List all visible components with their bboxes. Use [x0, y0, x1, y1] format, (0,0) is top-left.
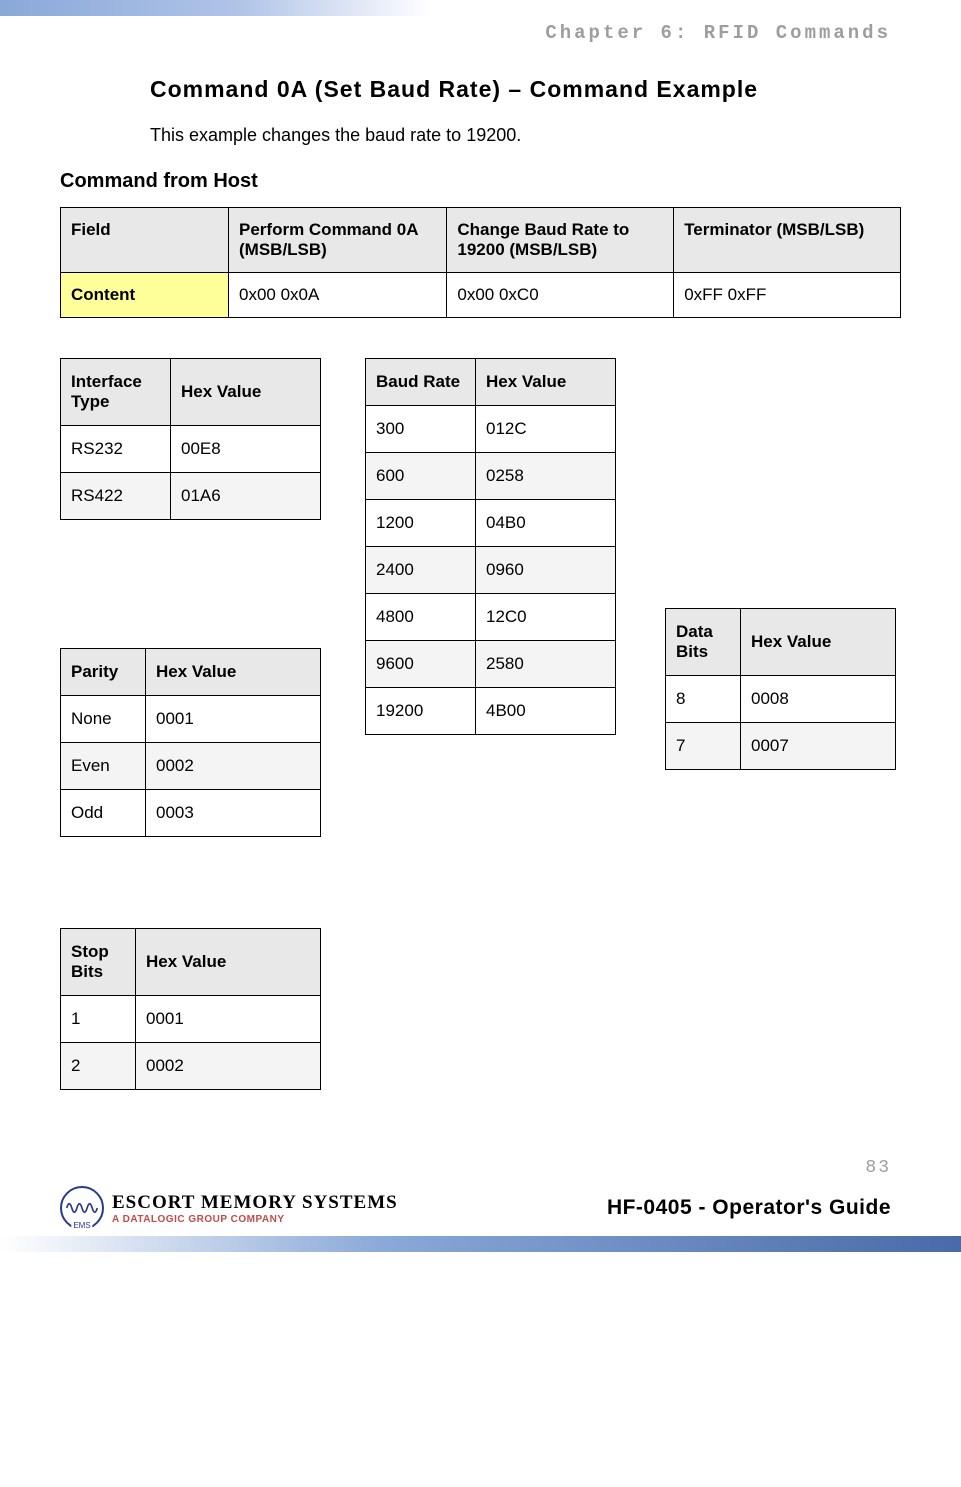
- page-content: Command 0A (Set Baud Rate) – Command Exa…: [0, 44, 961, 1148]
- page-number: 83: [0, 1158, 961, 1178]
- table-row: Even0002: [61, 743, 321, 790]
- section-heading: Command 0A (Set Baud Rate) – Command Exa…: [150, 74, 901, 105]
- logo-wave-icon: EMS: [60, 1186, 104, 1230]
- table-row: 300012C: [366, 406, 616, 453]
- table-row: 80008: [666, 676, 896, 723]
- company-logo: EMS ESCORT MEMORY SYSTEMS A DATALOGIC GR…: [60, 1186, 398, 1230]
- table-row: 96002580: [366, 641, 616, 688]
- logo-badge-text: EMS: [71, 1221, 92, 1230]
- interface-header-type: Interface Type: [61, 359, 171, 426]
- databits-header-bits: Data Bits: [666, 609, 741, 676]
- logo-text-block: ESCORT MEMORY SYSTEMS A DATALOGIC GROUP …: [112, 1192, 398, 1225]
- interface-type-table: Interface Type Hex Value RS23200E8 RS422…: [60, 358, 321, 520]
- subheading-command-from-host: Command from Host: [60, 170, 901, 193]
- stop-bits-table: Stop Bits Hex Value 10001 20002: [60, 928, 321, 1090]
- cmdtable-header-field: Field: [61, 208, 229, 273]
- table-row: 10001: [61, 996, 321, 1043]
- logo-subtitle: A DATALOGIC GROUP COMPANY: [112, 1214, 398, 1225]
- baud-header-rate: Baud Rate: [366, 359, 476, 406]
- table-row: 20002: [61, 1043, 321, 1090]
- table-row: None0001: [61, 696, 321, 743]
- parity-table: Parity Hex Value None0001 Even0002 Odd00…: [60, 648, 321, 837]
- cmdtable-header-perform: Perform Command 0A (MSB/LSB): [229, 208, 447, 273]
- logo-company-name: ESCORT MEMORY SYSTEMS: [112, 1192, 398, 1214]
- stopbits-header-bits: Stop Bits: [61, 929, 136, 996]
- table-row: RS23200E8: [61, 426, 321, 473]
- guide-title: HF-0405 - Operator's Guide: [607, 1196, 891, 1220]
- parity-header-hex: Hex Value: [146, 649, 321, 696]
- table-row: RS42201A6: [61, 473, 321, 520]
- bottom-gradient-bar: [0, 1236, 961, 1252]
- top-gradient-bar: [0, 0, 961, 16]
- cmdtable-header-terminator: Terminator (MSB/LSB): [674, 208, 901, 273]
- cmdtable-content-perform: 0x00 0x0A: [229, 273, 447, 318]
- table-row: Odd0003: [61, 790, 321, 837]
- cmdtable-content-terminator: 0xFF 0xFF: [674, 273, 901, 318]
- page-footer: EMS ESCORT MEMORY SYSTEMS A DATALOGIC GR…: [0, 1178, 961, 1232]
- table-row: 120004B0: [366, 500, 616, 547]
- baud-header-hex: Hex Value: [476, 359, 616, 406]
- data-bits-table: Data Bits Hex Value 80008 70007: [665, 608, 896, 770]
- databits-header-hex: Hex Value: [741, 609, 896, 676]
- cmdtable-content-label: Content: [61, 273, 229, 318]
- stopbits-header-hex: Hex Value: [136, 929, 321, 996]
- chapter-header: Chapter 6: RFID Commands: [0, 16, 961, 44]
- table-row: 24000960: [366, 547, 616, 594]
- baud-rate-table: Baud Rate Hex Value 300012C 6000258 1200…: [365, 358, 616, 735]
- interface-header-hex: Hex Value: [171, 359, 321, 426]
- command-table: Field Perform Command 0A (MSB/LSB) Chang…: [60, 207, 901, 318]
- reference-tables-area: Interface Type Hex Value RS23200E8 RS422…: [60, 358, 901, 1128]
- cmdtable-content-baud: 0x00 0xC0: [447, 273, 674, 318]
- cmdtable-header-baud: Change Baud Rate to 19200 (MSB/LSB): [447, 208, 674, 273]
- table-row: 192004B00: [366, 688, 616, 735]
- table-row: 70007: [666, 723, 896, 770]
- parity-header-parity: Parity: [61, 649, 146, 696]
- table-row: 6000258: [366, 453, 616, 500]
- intro-text: This example changes the baud rate to 19…: [150, 125, 901, 146]
- table-row: 480012C0: [366, 594, 616, 641]
